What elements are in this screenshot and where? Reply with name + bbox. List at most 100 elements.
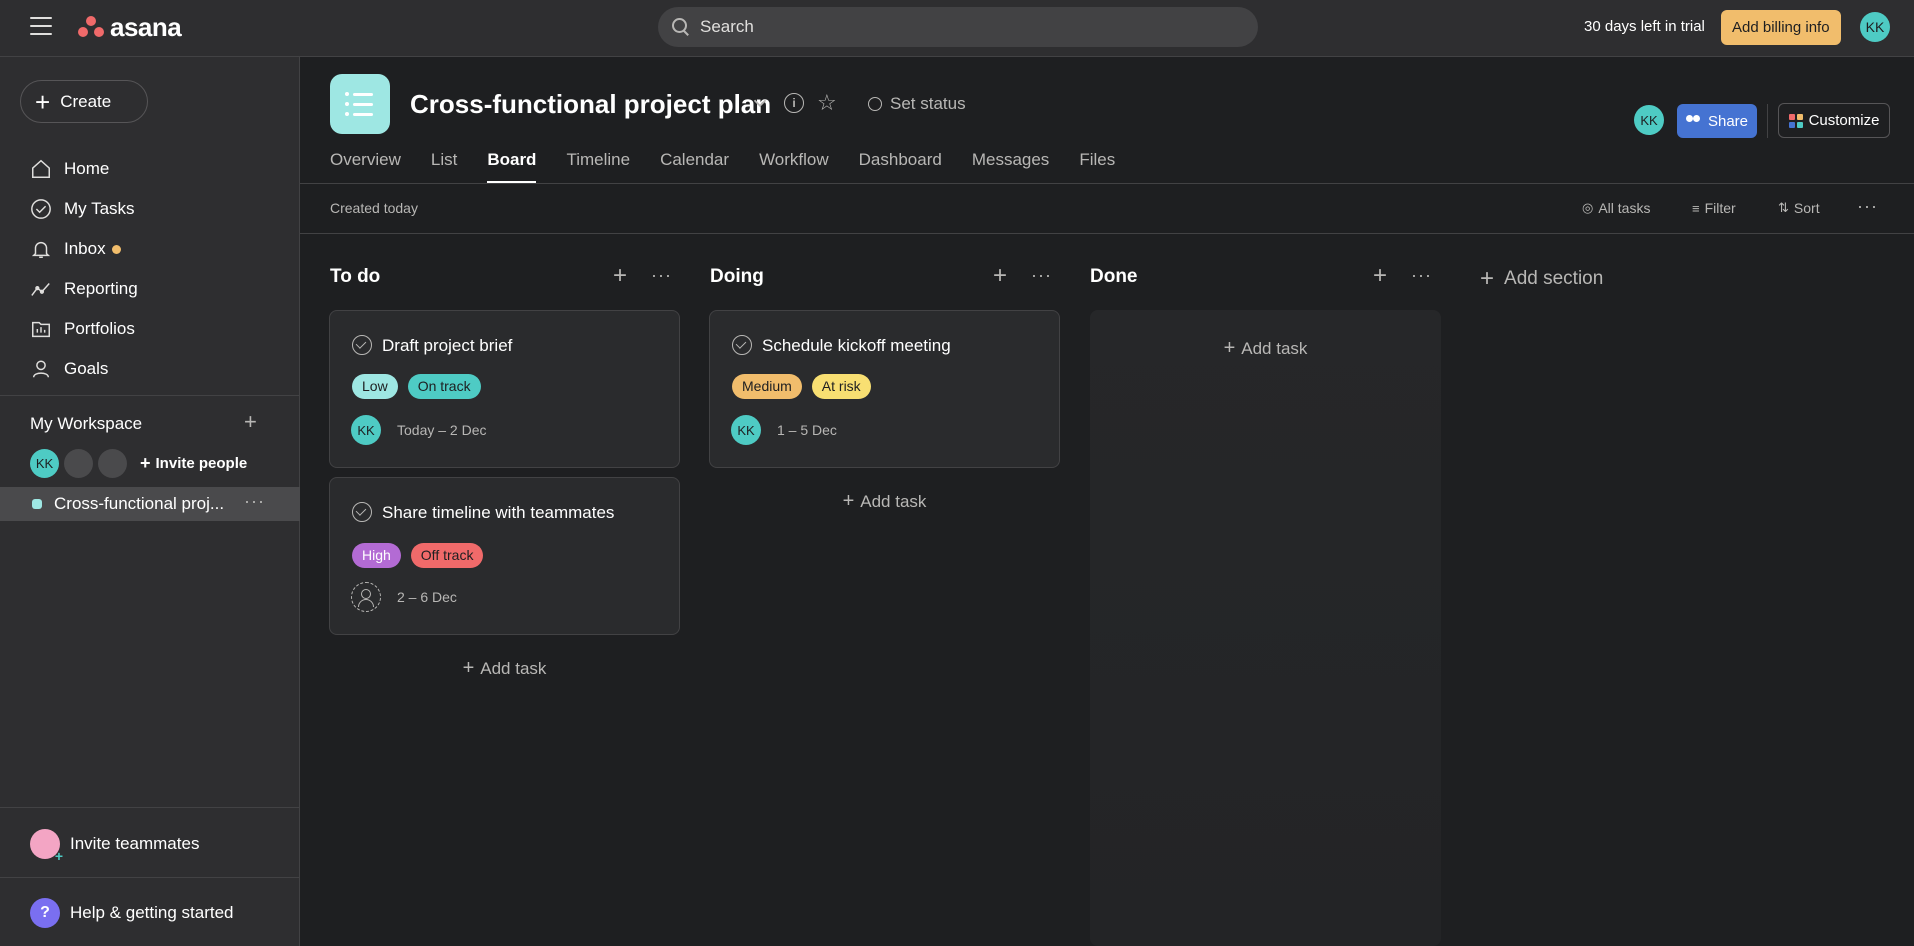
check-circle-icon: ◎: [1582, 200, 1594, 215]
task-name: Share timeline with teammates: [382, 503, 615, 522]
complete-check-icon[interactable]: [732, 335, 752, 355]
hamburger-menu-icon[interactable]: [30, 17, 52, 35]
priority-tag: Low: [352, 374, 398, 399]
status-tag: At risk: [811, 374, 871, 399]
assignee-avatar[interactable]: KK: [351, 415, 381, 445]
help-button[interactable]: ? Help & getting started: [30, 898, 233, 928]
task-tags: High Off track: [352, 543, 493, 568]
task-name: Schedule kickoff meeting: [762, 336, 951, 355]
plus-icon: +: [1223, 337, 1236, 359]
tab-list[interactable]: List: [431, 150, 457, 183]
help-label: Help & getting started: [70, 903, 234, 922]
task-dates[interactable]: 2 – 6 Dec: [397, 589, 457, 605]
workspace-members: KK + Invite people: [30, 449, 247, 478]
member-avatar-placeholder: [64, 449, 93, 478]
user-avatar[interactable]: KK: [1860, 12, 1890, 42]
chart-line-icon: [30, 278, 52, 300]
add-task-button[interactable]: + Add task: [1090, 337, 1441, 360]
tab-dashboard[interactable]: Dashboard: [859, 150, 942, 183]
workspace-title[interactable]: My Workspace: [30, 414, 142, 434]
sort-button[interactable]: ⇅ Sort: [1778, 200, 1820, 216]
customize-label: Customize: [1808, 112, 1880, 129]
add-task-plus-icon[interactable]: +: [1373, 262, 1387, 290]
tab-timeline[interactable]: Timeline: [566, 150, 630, 183]
sidebar-item-my-tasks[interactable]: My Tasks: [30, 194, 135, 224]
tab-files[interactable]: Files: [1079, 150, 1115, 183]
asana-logo-icon: [78, 16, 104, 38]
column-more-icon[interactable]: ···: [1031, 265, 1052, 286]
toolbar-divider: [300, 233, 1914, 234]
task-card[interactable]: Draft project brief Low On track KK Toda…: [329, 310, 680, 468]
invite-people-label: Invite people: [155, 455, 248, 472]
column-title-to-do[interactable]: To do: [330, 266, 380, 288]
unassigned-person-icon[interactable]: [351, 582, 381, 612]
set-status-button[interactable]: Set status: [868, 94, 966, 114]
task-card[interactable]: Share timeline with teammates High Off t…: [329, 477, 680, 635]
project-member-avatar[interactable]: KK: [1634, 105, 1664, 135]
bell-icon: [30, 238, 52, 260]
column-more-icon[interactable]: ···: [651, 265, 672, 286]
member-avatar-placeholder: [98, 449, 127, 478]
sidebar: + Create Home My Tasks Inbox Reporting P…: [0, 57, 300, 946]
sidebar-divider: [0, 395, 300, 396]
filter-label: Filter: [1704, 200, 1736, 216]
plus-icon: +: [140, 453, 151, 473]
tab-overview[interactable]: Overview: [330, 150, 401, 183]
asana-logo[interactable]: asana: [78, 12, 182, 42]
column-title-done[interactable]: Done: [1090, 266, 1138, 288]
filter-button[interactable]: ≡ Filter: [1692, 200, 1736, 216]
create-button[interactable]: + Create: [20, 80, 148, 123]
search-icon: [672, 18, 690, 36]
project-title[interactable]: Cross-functional project plan: [410, 89, 771, 120]
task-dates[interactable]: 1 – 5 Dec: [777, 422, 837, 438]
tab-calendar[interactable]: Calendar: [660, 150, 729, 183]
sidebar-item-label: My Tasks: [64, 199, 135, 218]
sidebar-item-reporting[interactable]: Reporting: [30, 274, 138, 304]
invite-people-button[interactable]: + Invite people: [140, 453, 247, 474]
column-more-icon[interactable]: ···: [1411, 265, 1432, 286]
more-options-icon[interactable]: ···: [244, 491, 265, 512]
sidebar-item-home[interactable]: Home: [30, 154, 109, 184]
more-options-icon[interactable]: ···: [1857, 196, 1878, 217]
add-workspace-item-icon[interactable]: +: [244, 409, 257, 435]
info-icon[interactable]: i: [784, 93, 804, 113]
search-placeholder: Search: [700, 17, 754, 36]
chevron-down-icon[interactable]: [749, 92, 771, 114]
add-task-plus-icon[interactable]: +: [613, 262, 627, 290]
sidebar-item-goals[interactable]: Goals: [30, 354, 108, 384]
priority-tag: High: [352, 543, 401, 568]
project-list-icon[interactable]: [330, 74, 390, 134]
trial-status-text: 30 days left in trial: [1584, 18, 1705, 35]
add-task-plus-icon[interactable]: +: [993, 262, 1007, 290]
tab-workflow[interactable]: Workflow: [759, 150, 829, 183]
assignee-avatar[interactable]: KK: [731, 415, 761, 445]
add-billing-info-button[interactable]: Add billing info: [1721, 10, 1841, 45]
task-assignee-row: 2 – 6 Dec: [351, 582, 457, 612]
all-tasks-button[interactable]: ◎ All tasks: [1582, 200, 1650, 216]
complete-check-icon[interactable]: [352, 335, 372, 355]
top-bar: asana Search 30 days left in trial Add b…: [0, 0, 1914, 57]
add-task-button[interactable]: + Add task: [709, 490, 1060, 513]
add-task-button[interactable]: + Add task: [329, 657, 680, 680]
home-icon: [30, 158, 52, 180]
search-input[interactable]: Search: [658, 7, 1258, 47]
invite-teammates-button[interactable]: Invite teammates: [30, 829, 199, 864]
tab-messages[interactable]: Messages: [972, 150, 1049, 183]
add-section-button[interactable]: + Add section: [1480, 265, 1603, 293]
sidebar-project-item[interactable]: Cross-functional proj... ···: [0, 487, 300, 521]
tabs-divider: [300, 183, 1914, 184]
logo-text: asana: [110, 12, 182, 42]
customize-button[interactable]: Customize: [1778, 103, 1890, 138]
star-icon[interactable]: ☆: [817, 90, 837, 116]
sidebar-item-inbox[interactable]: Inbox: [30, 234, 121, 264]
member-avatar[interactable]: KK: [30, 449, 59, 478]
share-button[interactable]: Share: [1677, 104, 1757, 138]
column-title-doing[interactable]: Doing: [710, 266, 764, 288]
sidebar-item-portfolios[interactable]: Portfolios: [30, 314, 135, 344]
tab-board[interactable]: Board: [487, 150, 537, 183]
complete-check-icon[interactable]: [352, 502, 372, 522]
task-name: Draft project brief: [382, 336, 513, 355]
task-dates[interactable]: Today – 2 Dec: [397, 422, 487, 438]
task-card[interactable]: Schedule kickoff meeting Medium At risk …: [709, 310, 1060, 468]
sidebar-item-label: Reporting: [64, 279, 138, 298]
